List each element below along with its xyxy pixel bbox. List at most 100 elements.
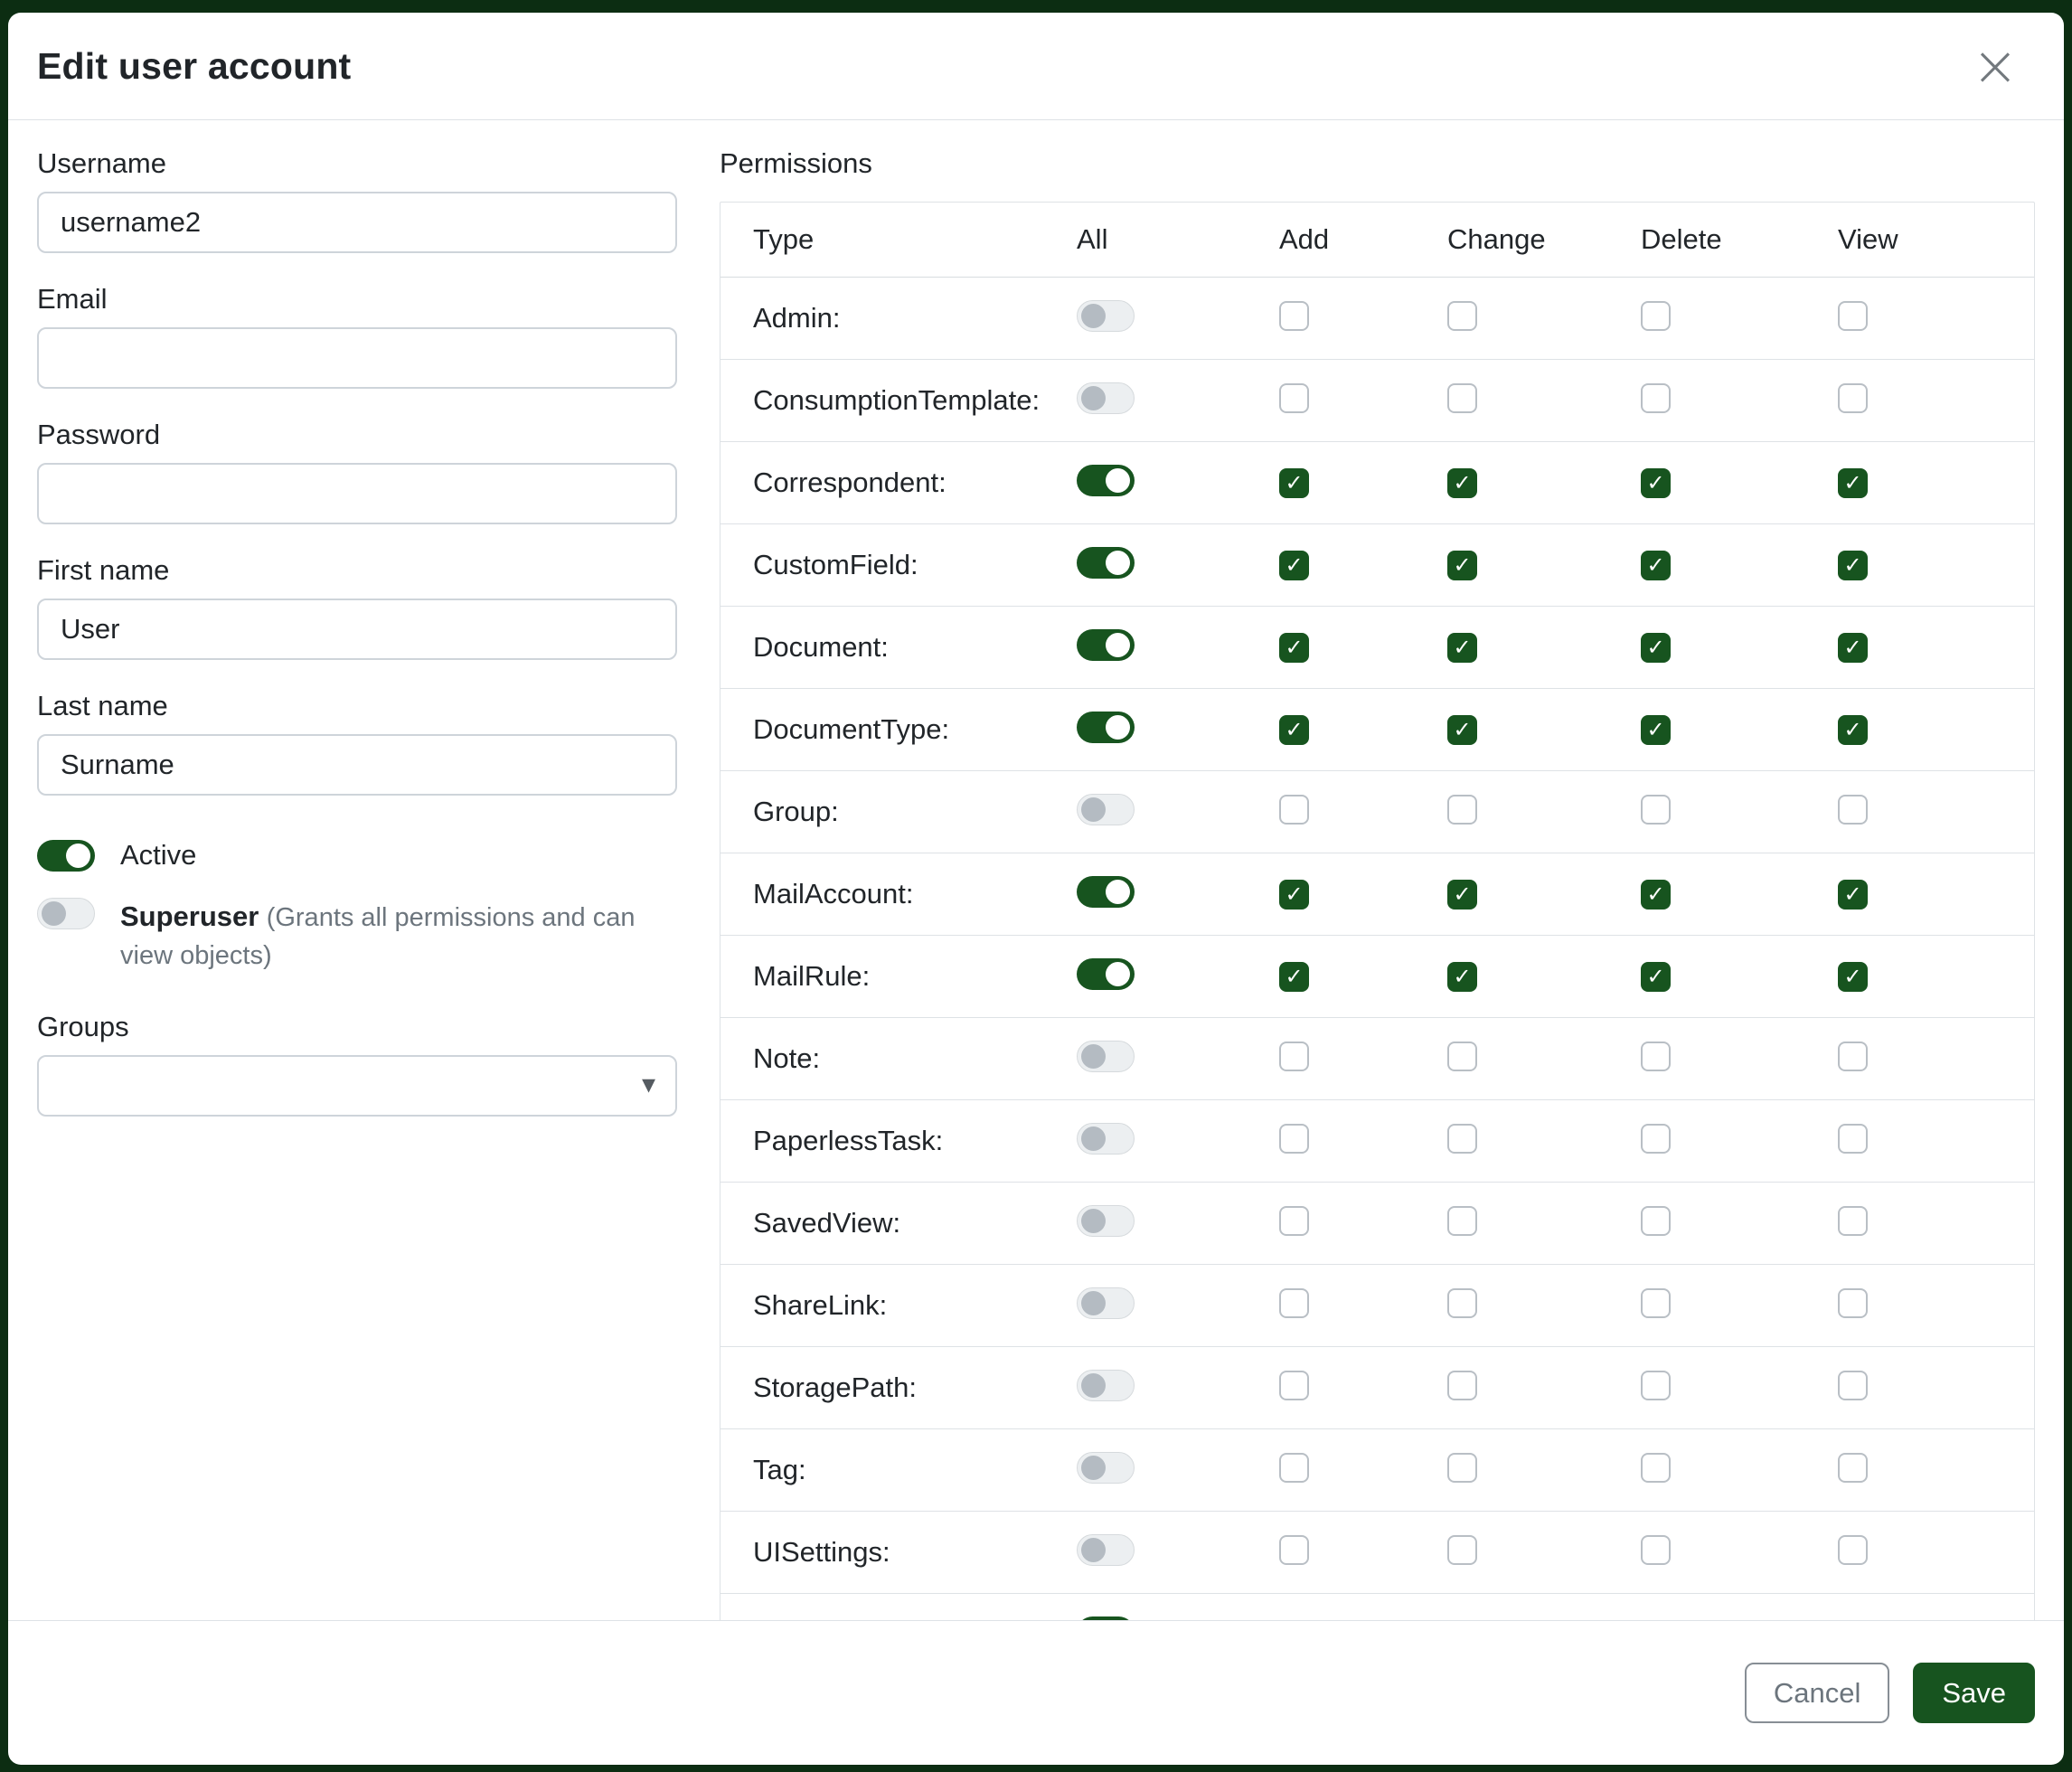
permission-add-checkbox[interactable] <box>1279 1042 1309 1071</box>
email-input[interactable] <box>37 327 677 389</box>
permission-change-checkbox[interactable]: ✓ <box>1447 715 1477 745</box>
active-label: Active <box>120 836 196 874</box>
permission-delete-checkbox[interactable] <box>1641 301 1671 331</box>
permission-all-toggle[interactable] <box>1077 876 1135 908</box>
permission-delete-checkbox[interactable] <box>1641 795 1671 825</box>
permission-add-checkbox[interactable]: ✓ <box>1279 633 1309 663</box>
permission-all-toggle[interactable] <box>1077 547 1135 579</box>
permission-add-checkbox[interactable]: ✓ <box>1279 715 1309 745</box>
permission-view-checkbox[interactable] <box>1838 1371 1868 1400</box>
permission-change-checkbox[interactable] <box>1447 301 1477 331</box>
permission-delete-checkbox[interactable]: ✓ <box>1641 468 1671 498</box>
permission-change-checkbox[interactable]: ✓ <box>1447 633 1477 663</box>
permission-view-checkbox[interactable]: ✓ <box>1838 715 1868 745</box>
cancel-button[interactable]: Cancel <box>1745 1663 1890 1723</box>
permission-all-toggle[interactable] <box>1077 1205 1135 1237</box>
permission-add-checkbox[interactable] <box>1279 301 1309 331</box>
permission-view-checkbox[interactable] <box>1838 1535 1868 1565</box>
permission-view-checkbox[interactable] <box>1838 795 1868 825</box>
permission-view-checkbox[interactable]: ✓ <box>1838 551 1868 580</box>
username-input[interactable] <box>37 192 677 253</box>
permission-add-checkbox[interactable] <box>1279 795 1309 825</box>
permission-all-toggle[interactable] <box>1077 1123 1135 1155</box>
permission-change-checkbox[interactable] <box>1447 383 1477 413</box>
permission-change-checkbox[interactable] <box>1447 1124 1477 1154</box>
groups-select[interactable]: ▾ <box>37 1055 677 1117</box>
permission-change-checkbox[interactable]: ✓ <box>1447 880 1477 910</box>
toggle-knob <box>1081 386 1106 410</box>
permission-view-checkbox[interactable] <box>1838 1288 1868 1318</box>
permission-delete-checkbox[interactable] <box>1641 1124 1671 1154</box>
permission-view-checkbox[interactable] <box>1838 301 1868 331</box>
permission-add-checkbox[interactable]: ✓ <box>1279 962 1309 992</box>
permission-view-checkbox[interactable] <box>1838 1124 1868 1154</box>
permission-view-checkbox[interactable]: ✓ <box>1838 880 1868 910</box>
permission-add-checkbox[interactable] <box>1279 383 1309 413</box>
permission-view-checkbox[interactable]: ✓ <box>1838 468 1868 498</box>
permission-delete-checkbox[interactable] <box>1641 1453 1671 1483</box>
permission-delete-checkbox[interactable] <box>1641 1371 1671 1400</box>
active-toggle[interactable] <box>37 840 95 872</box>
permission-change-checkbox[interactable] <box>1447 1453 1477 1483</box>
groups-label: Groups <box>37 1011 677 1043</box>
superuser-toggle[interactable] <box>37 898 95 929</box>
permission-change-checkbox[interactable]: ✓ <box>1447 962 1477 992</box>
permission-all-toggle[interactable] <box>1077 300 1135 332</box>
save-button[interactable]: Save <box>1913 1663 2035 1723</box>
password-input[interactable] <box>37 463 677 524</box>
toggle-knob <box>1081 1291 1106 1315</box>
permission-all-toggle[interactable] <box>1077 712 1135 743</box>
permission-add-checkbox[interactable]: ✓ <box>1279 468 1309 498</box>
first-name-input[interactable] <box>37 599 677 660</box>
permission-delete-checkbox[interactable]: ✓ <box>1641 633 1671 663</box>
toggle-knob <box>1106 468 1130 493</box>
permission-view-checkbox[interactable]: ✓ <box>1838 633 1868 663</box>
permission-view-checkbox[interactable] <box>1838 1453 1868 1483</box>
toggle-knob <box>1081 1538 1106 1562</box>
permission-delete-checkbox[interactable] <box>1641 1042 1671 1071</box>
permission-all-toggle[interactable] <box>1077 629 1135 661</box>
permission-view-checkbox[interactable] <box>1838 1042 1868 1071</box>
permission-delete-checkbox[interactable]: ✓ <box>1641 880 1671 910</box>
permission-all-toggle[interactable] <box>1077 1370 1135 1401</box>
permission-view-checkbox[interactable] <box>1838 383 1868 413</box>
permission-add-checkbox[interactable] <box>1279 1535 1309 1565</box>
permission-change-checkbox[interactable] <box>1447 1288 1477 1318</box>
permission-all-toggle[interactable] <box>1077 1534 1135 1566</box>
permission-add-checkbox[interactable] <box>1279 1124 1309 1154</box>
permission-add-checkbox[interactable] <box>1279 1453 1309 1483</box>
permission-type-label: Note: <box>753 1042 1077 1075</box>
permission-delete-checkbox[interactable] <box>1641 1288 1671 1318</box>
permission-all-toggle[interactable] <box>1077 465 1135 496</box>
permission-delete-checkbox[interactable] <box>1641 383 1671 413</box>
permission-add-checkbox[interactable] <box>1279 1206 1309 1236</box>
permission-all-toggle[interactable] <box>1077 382 1135 414</box>
permission-delete-checkbox[interactable] <box>1641 1206 1671 1236</box>
permission-delete-checkbox[interactable] <box>1641 1535 1671 1565</box>
permission-delete-checkbox[interactable]: ✓ <box>1641 715 1671 745</box>
permission-add-checkbox[interactable]: ✓ <box>1279 880 1309 910</box>
permission-all-toggle[interactable] <box>1077 1616 1135 1620</box>
permission-change-checkbox[interactable] <box>1447 1371 1477 1400</box>
permission-change-checkbox[interactable] <box>1447 1206 1477 1236</box>
last-name-input[interactable] <box>37 734 677 796</box>
permission-all-toggle[interactable] <box>1077 958 1135 990</box>
permission-change-checkbox[interactable] <box>1447 795 1477 825</box>
permission-change-checkbox[interactable]: ✓ <box>1447 468 1477 498</box>
close-icon[interactable]: × <box>1966 38 2024 94</box>
permission-delete-checkbox[interactable]: ✓ <box>1641 551 1671 580</box>
permission-all-toggle[interactable] <box>1077 1041 1135 1072</box>
permission-view-checkbox[interactable] <box>1838 1206 1868 1236</box>
permission-all-toggle[interactable] <box>1077 794 1135 825</box>
permission-delete-checkbox[interactable]: ✓ <box>1641 962 1671 992</box>
permission-change-checkbox[interactable] <box>1447 1042 1477 1071</box>
permission-all-toggle[interactable] <box>1077 1452 1135 1484</box>
toggle-knob <box>1106 962 1130 986</box>
permission-add-checkbox[interactable] <box>1279 1288 1309 1318</box>
permission-view-checkbox[interactable]: ✓ <box>1838 962 1868 992</box>
permission-change-checkbox[interactable]: ✓ <box>1447 551 1477 580</box>
permission-add-checkbox[interactable] <box>1279 1371 1309 1400</box>
permission-add-checkbox[interactable]: ✓ <box>1279 551 1309 580</box>
permission-all-toggle[interactable] <box>1077 1287 1135 1319</box>
permission-change-checkbox[interactable] <box>1447 1535 1477 1565</box>
